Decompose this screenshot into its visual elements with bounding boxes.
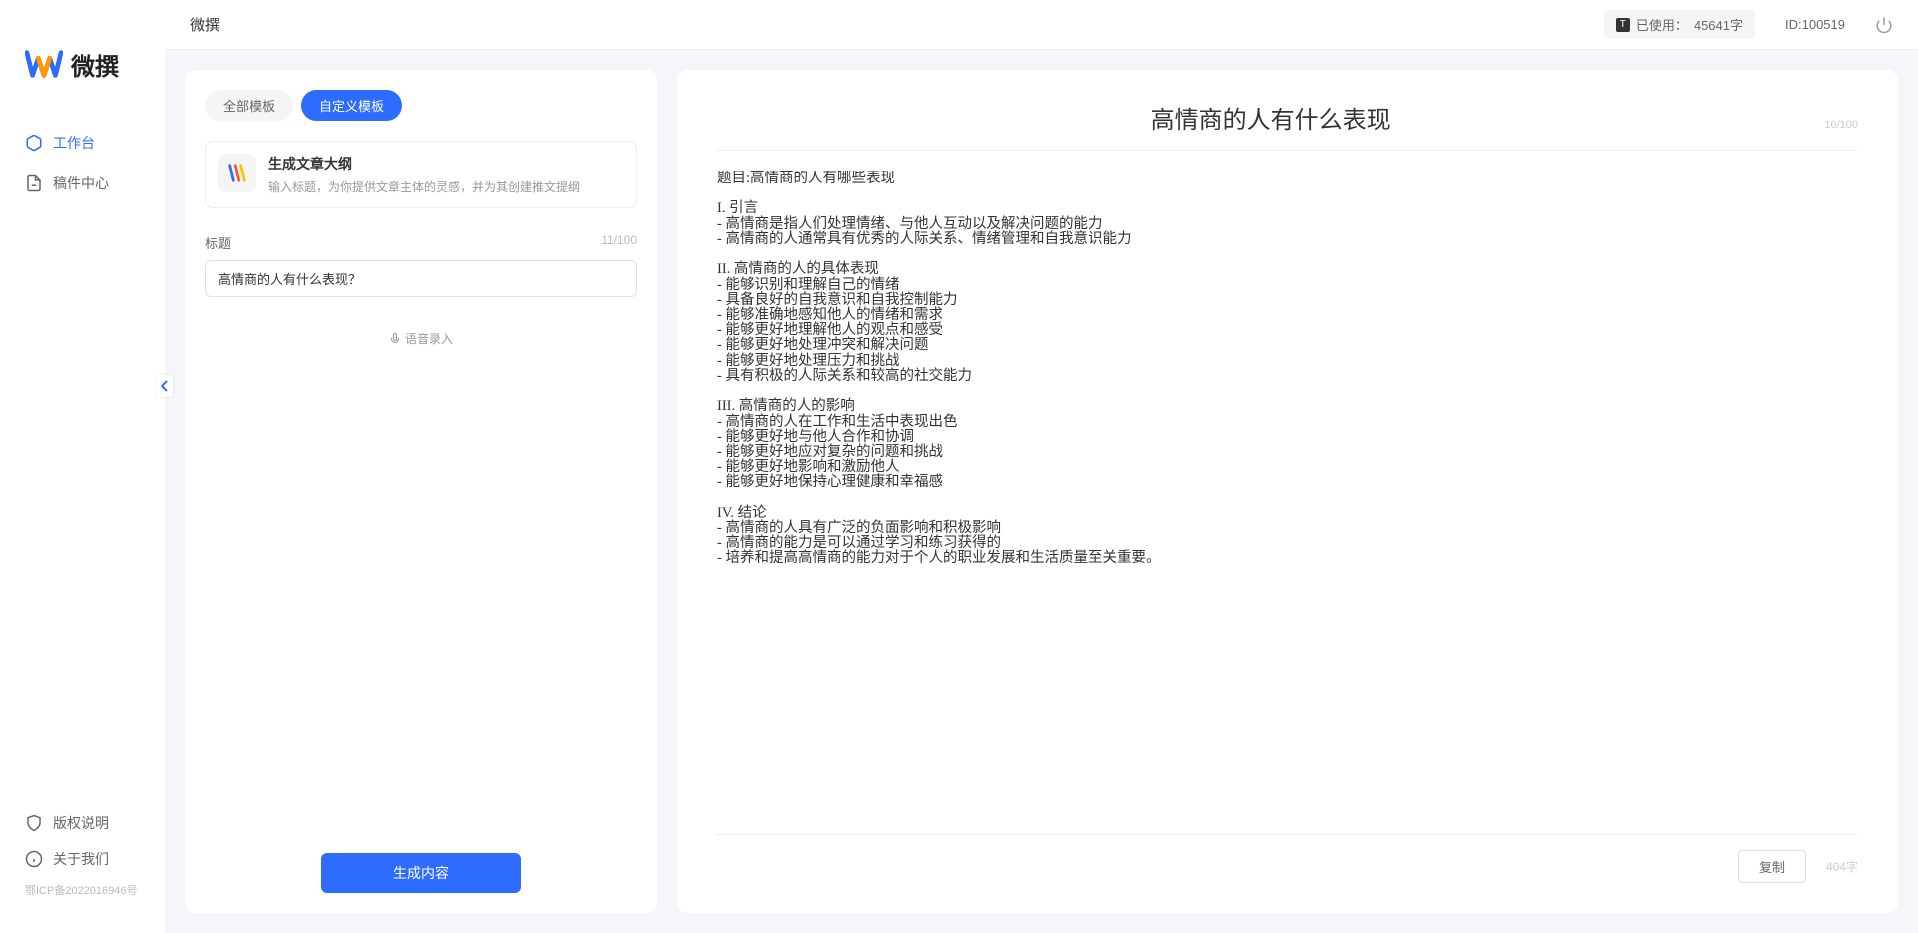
sidebar-item-label: 工作台	[53, 133, 95, 153]
panel-left-bottom: 生成内容	[205, 853, 637, 893]
logo-icon	[25, 45, 63, 83]
form-label: 标题 11/100	[205, 233, 637, 252]
template-card[interactable]: 生成文章大纲 输入标题，为你提供文章主体的灵感，并为其创建推文提纲	[205, 141, 637, 208]
info-icon	[25, 850, 43, 868]
copy-button[interactable]: 复制	[1738, 850, 1806, 883]
icp-text: 鄂ICP备2022016946号	[0, 877, 165, 903]
title-input[interactable]	[205, 260, 637, 297]
result-footer: 复制 404字	[717, 834, 1858, 883]
result-title-counter: 10/100	[1824, 119, 1858, 131]
header-right: T 已使用： 45641字 ID:100519	[1604, 10, 1893, 39]
workbench-icon	[25, 134, 43, 152]
sidebar-item-about[interactable]: 关于我们	[0, 841, 165, 877]
sidebar-item-label: 稿件中心	[53, 173, 109, 193]
text-icon: T	[1616, 18, 1630, 32]
sidebar-item-workbench[interactable]: 工作台	[0, 123, 165, 163]
tab-custom-templates[interactable]: 自定义模板	[301, 90, 402, 121]
content: 全部模板 自定义模板 生成文章大纲 输入标题，为你提供文章主体的灵感，并为其创建…	[165, 50, 1918, 933]
panel-left: 全部模板 自定义模板 生成文章大纲 输入标题，为你提供文章主体的灵感，并为其创建…	[185, 70, 657, 913]
usage-label: 已使用：	[1636, 15, 1688, 34]
tabs: 全部模板 自定义模板	[205, 90, 637, 121]
main: 微撰 T 已使用： 45641字 ID:100519 全部模板 自定义模板	[165, 0, 1918, 933]
sidebar-item-label: 版权说明	[53, 813, 109, 833]
result-header: 高情商的人有什么表现 10/100	[717, 100, 1858, 151]
panel-right: 高情商的人有什么表现 10/100 题目:高情商的人有哪些表现 I. 引言 - …	[677, 70, 1898, 913]
voice-input-button[interactable]: 语音录入	[205, 330, 637, 347]
nav: 工作台 稿件中心	[0, 123, 165, 805]
user-id: ID:100519	[1785, 17, 1845, 32]
template-title: 生成文章大纲	[268, 154, 624, 174]
template-info: 生成文章大纲 输入标题，为你提供文章主体的灵感，并为其创建推文提纲	[268, 154, 624, 195]
result-body[interactable]: 题目:高情商的人有哪些表现 I. 引言 - 高情商是指人们处理情绪、与他人互动以…	[717, 171, 1858, 824]
title-label: 标题	[205, 233, 231, 252]
sidebar-item-drafts[interactable]: 稿件中心	[0, 163, 165, 203]
voice-input-label: 语音录入	[405, 330, 453, 347]
usage-value: 45641字	[1694, 15, 1743, 34]
form-section-title: 标题 11/100	[205, 233, 637, 297]
header: 微撰 T 已使用： 45641字 ID:100519	[165, 0, 1918, 50]
word-count: 404字	[1826, 858, 1858, 875]
sidebar-item-label: 关于我们	[53, 849, 109, 869]
drafts-icon	[25, 174, 43, 192]
chevron-left-icon	[161, 380, 169, 392]
tab-all-templates[interactable]: 全部模板	[205, 90, 293, 121]
logo-text: 微撰	[71, 47, 119, 82]
sidebar-item-copyright[interactable]: 版权说明	[0, 805, 165, 841]
template-desc: 输入标题，为你提供文章主体的灵感，并为其创建推文提纲	[268, 178, 624, 195]
title-counter: 11/100	[601, 233, 637, 252]
sidebar-bottom: 版权说明 关于我们 鄂ICP备2022016946号	[0, 805, 165, 913]
generate-button[interactable]: 生成内容	[321, 853, 521, 893]
sidebar-collapse-button[interactable]	[157, 375, 173, 397]
result-title: 高情商的人有什么表现	[717, 100, 1824, 135]
shield-icon	[25, 814, 43, 832]
sidebar: 微撰 工作台 稿件中心 版权说明	[0, 0, 165, 933]
page-title: 微撰	[190, 14, 220, 35]
mic-icon	[389, 333, 401, 345]
power-icon[interactable]	[1875, 16, 1893, 34]
logo[interactable]: 微撰	[0, 20, 165, 123]
usage-badge[interactable]: T 已使用： 45641字	[1604, 10, 1755, 39]
template-icon	[218, 154, 256, 192]
